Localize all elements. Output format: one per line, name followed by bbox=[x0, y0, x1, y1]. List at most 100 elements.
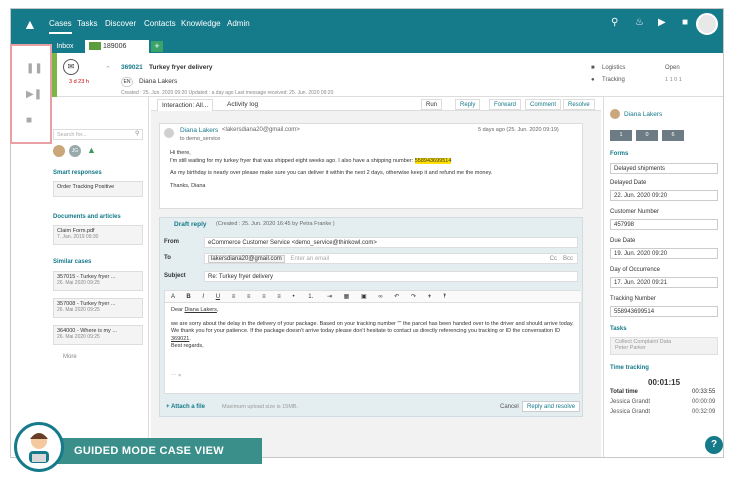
reply-button[interactable]: Reply bbox=[455, 99, 481, 110]
add-tab-button[interactable]: + bbox=[151, 41, 163, 52]
left-sidebar: Search for... ⚲ JG ▲ Smart responses Ord… bbox=[49, 97, 149, 457]
skip-forward-icon[interactable]: ▶❚ bbox=[26, 90, 42, 100]
body-regards: Best regards, bbox=[171, 343, 204, 349]
email-message: Diana Lakers <lakersdiana20@gmail.com> t… bbox=[159, 123, 583, 209]
chat-icon[interactable]: ■ bbox=[682, 18, 688, 28]
smart-response-item[interactable]: Order Tracking Positive bbox=[53, 181, 143, 197]
contact-name[interactable]: Diana Lakers bbox=[624, 111, 662, 118]
case-customer[interactable]: Diana Lakers bbox=[139, 78, 177, 85]
tracking-number-input[interactable]: 558943699514 bbox=[610, 306, 718, 317]
from-field[interactable]: eCommerce Customer Service <demo_service… bbox=[204, 237, 578, 248]
plus-icon[interactable]: + bbox=[428, 294, 432, 300]
draft-title[interactable]: Draft reply bbox=[174, 221, 207, 228]
smart-responses-title[interactable]: Smart responses bbox=[53, 170, 102, 176]
more-options-icon[interactable]: ⋯ × bbox=[171, 373, 575, 381]
cc-toggle[interactable]: Cc bbox=[550, 254, 557, 264]
avatar-initials[interactable]: JG bbox=[69, 145, 81, 157]
bold-icon[interactable]: B bbox=[186, 294, 190, 300]
align-left-icon[interactable]: ≡ bbox=[232, 294, 236, 300]
occurrence-input[interactable]: 17. Jun. 2020 09:21 bbox=[610, 277, 718, 288]
attach-file-link[interactable]: + Attach a file bbox=[166, 404, 205, 410]
left-search-input[interactable]: Search for... bbox=[53, 129, 143, 140]
help-button[interactable]: ? bbox=[705, 436, 723, 454]
nav-knowledge[interactable]: Knowledge bbox=[181, 19, 221, 28]
tasks-title[interactable]: Tasks bbox=[610, 326, 627, 332]
similar-case[interactable]: 357015 - Turkey fryer ... 26. Mai 2020 0… bbox=[53, 271, 143, 291]
form-select[interactable]: Delayed shipments bbox=[610, 163, 718, 174]
table-icon[interactable]: ▦ bbox=[344, 294, 350, 300]
to-field[interactable]: lakersdiana20@gmail.com Enter an email C… bbox=[204, 253, 578, 264]
message-line1: I'm still waiting for my turkey fryer th… bbox=[170, 157, 414, 164]
search-icon[interactable]: ⚲ bbox=[611, 18, 618, 28]
bell-icon[interactable]: ♨ bbox=[635, 18, 644, 28]
tab-inbox[interactable]: Inbox bbox=[49, 40, 81, 53]
documents-title[interactable]: Documents and articles bbox=[53, 214, 121, 220]
subject-field[interactable]: Re: Turkey fryer delivery bbox=[204, 271, 578, 282]
pause-icon[interactable]: ❚❚ bbox=[26, 64, 43, 74]
megaphone-icon[interactable]: ▶ bbox=[658, 18, 666, 28]
tab-activity-log[interactable]: Activity log bbox=[223, 99, 262, 111]
nav-discover[interactable]: Discover bbox=[105, 19, 136, 28]
case-id[interactable]: 369021 bbox=[121, 64, 143, 71]
user-avatar[interactable] bbox=[696, 13, 718, 35]
tracking-highlight[interactable]: 558943699514 bbox=[414, 157, 452, 164]
to-label: To bbox=[164, 255, 171, 261]
bcc-toggle[interactable]: Bcc bbox=[563, 254, 573, 264]
tag-icon: ● bbox=[591, 77, 595, 83]
justify-icon[interactable]: ≡ bbox=[277, 294, 281, 300]
attach-icon[interactable]: ‽ bbox=[443, 294, 446, 300]
nav-contacts[interactable]: Contacts bbox=[144, 19, 176, 28]
nav-tasks[interactable]: Tasks bbox=[77, 19, 97, 28]
similar-cases-title[interactable]: Similar cases bbox=[53, 259, 91, 265]
undo-icon[interactable]: ↶ bbox=[394, 294, 399, 300]
similar-case[interactable]: 357008 - Turkey fryer ... 26. Mai 2020 0… bbox=[53, 298, 143, 318]
chip-flag[interactable]: 1 bbox=[610, 130, 632, 141]
document-item[interactable]: Claim Form.pdf 7. Jan. 2019 09:30 bbox=[53, 225, 143, 245]
similar-case[interactable]: 364000 - Where is my ... 26. Mai 2020 09… bbox=[53, 325, 143, 345]
owl-bot-icon[interactable]: ▲ bbox=[87, 145, 97, 157]
tab-case[interactable]: 189006 bbox=[85, 40, 149, 53]
mail-icon: ✉ bbox=[63, 59, 79, 75]
due-date-input[interactable]: 19. Jun. 2020 09:20 bbox=[610, 248, 718, 259]
time-tracking-title[interactable]: Time tracking bbox=[610, 365, 649, 371]
cancel-button[interactable]: Cancel bbox=[500, 404, 519, 410]
avatar[interactable] bbox=[53, 145, 65, 157]
body-greeting: Dear bbox=[171, 307, 183, 313]
task-item[interactable]: Collect Complaint Data Peter Parker bbox=[610, 337, 718, 355]
case-status[interactable]: Open bbox=[665, 65, 680, 71]
font-icon[interactable]: A bbox=[171, 294, 175, 300]
align-center-icon[interactable]: ≡ bbox=[247, 294, 251, 300]
link-icon[interactable]: ∞ bbox=[378, 294, 382, 300]
chip-comment[interactable]: 0 bbox=[636, 130, 658, 141]
chevron-up-icon[interactable]: ⌃ bbox=[105, 65, 111, 73]
indent-icon[interactable]: ⇥ bbox=[327, 294, 332, 300]
resolve-button[interactable]: Resolve bbox=[563, 99, 595, 110]
reply-editor[interactable]: A B I U ≡ ≡ ≡ ≡ • 1. ⇥ ▦ ▣ ∞ ↶ ↷ + ‽ Dea… bbox=[164, 290, 581, 394]
numbered-list-icon[interactable]: 1. bbox=[308, 294, 313, 300]
chip-check[interactable]: 6 bbox=[662, 130, 684, 141]
comment-button[interactable]: Comment bbox=[525, 99, 562, 110]
to-chip[interactable]: lakersdiana20@gmail.com bbox=[208, 255, 285, 263]
delayed-date-input[interactable]: 22. Jun. 2020 09:20 bbox=[610, 190, 718, 201]
search-icon[interactable]: ⚲ bbox=[135, 130, 139, 137]
forms-title[interactable]: Forms bbox=[610, 151, 628, 157]
customer-number-input[interactable]: 457998 bbox=[610, 219, 718, 230]
image-icon[interactable]: ▣ bbox=[361, 294, 367, 300]
underline-icon[interactable]: U bbox=[216, 294, 220, 300]
nav-admin[interactable]: Admin bbox=[227, 19, 250, 28]
forward-button[interactable]: Forward bbox=[489, 99, 522, 110]
task-user: Peter Parker bbox=[615, 345, 646, 351]
reply-resolve-button[interactable]: Reply and resolve bbox=[522, 401, 581, 412]
editor-body[interactable]: Dear Diana Lakers, we are sorry about th… bbox=[171, 307, 575, 380]
align-right-icon[interactable]: ≡ bbox=[262, 294, 266, 300]
nav-cases[interactable]: Cases bbox=[49, 19, 72, 34]
owl-logo-icon[interactable]: ▲ bbox=[23, 15, 41, 33]
tab-interaction[interactable]: Interaction: All... bbox=[157, 99, 214, 111]
sender-name[interactable]: Diana Lakers bbox=[180, 127, 218, 134]
run-button[interactable]: Run bbox=[421, 99, 443, 110]
redo-icon[interactable]: ↷ bbox=[411, 294, 416, 300]
stop-icon[interactable]: ■ bbox=[26, 116, 36, 126]
italic-icon[interactable]: I bbox=[202, 294, 204, 300]
more-link[interactable]: More bbox=[63, 354, 77, 360]
bullet-list-icon[interactable]: • bbox=[292, 294, 294, 300]
